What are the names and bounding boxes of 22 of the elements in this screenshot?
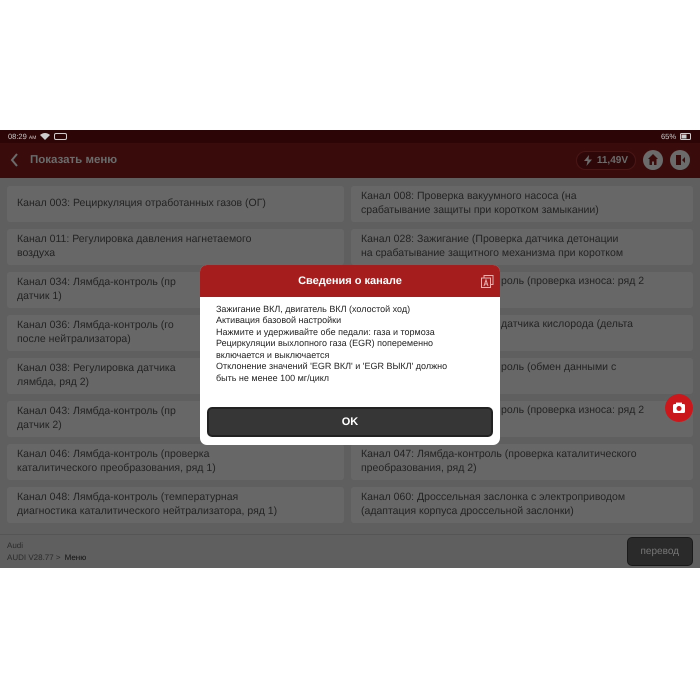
connector-icon (54, 132, 68, 140)
channel-item[interactable]: Канал 046: Лямбда-контроль (проверка каталитического преобразования, ряд 1) (7, 444, 344, 480)
channel-item[interactable]: Канал 003: Рециркуляция отработанных газов (ОГ) (7, 186, 344, 222)
channel-item[interactable]: Канал 008: Проверка вакуумного насоса (на срабатывание защиты при коротком замыкании) (351, 186, 693, 222)
document-icon[interactable] (481, 274, 494, 288)
bolt-icon (584, 154, 592, 166)
translate-button[interactable]: перевод (626, 536, 693, 566)
battery-icon (680, 132, 692, 140)
camera-icon[interactable] (665, 394, 693, 422)
channel-item[interactable]: Канал 011: Регулировка давления нагнетаемого воздуха (7, 228, 344, 264)
voltage-text: 11,49V (596, 154, 628, 166)
breadcrumb-current: Меню (64, 552, 86, 562)
home-icon[interactable] (643, 150, 663, 170)
ok-button[interactable]: OK (207, 406, 493, 436)
exit-icon[interactable] (670, 150, 690, 170)
channel-item[interactable]: Канал 028: Зажигание (Проверка датчика детонации на срабатывание защитного механизма при коротком (351, 228, 693, 264)
channel-item[interactable]: Канал 048: Лямбда-контроль (температурная диагностика каталитического нейтрализатора, ряд 1) (7, 486, 344, 522)
page-title: Показать меню (30, 154, 118, 166)
channel-item[interactable]: Канал 047: Лямбда-контроль (проверка каталитического преобразования, ряд 2) (351, 444, 693, 480)
wifi-icon (40, 132, 50, 140)
channel-item[interactable]: Канал 060: Дроссельная заслонка с электроприводом (адаптация корпуса дроссельной заслонки) (351, 486, 693, 522)
back-icon[interactable] (10, 153, 19, 167)
